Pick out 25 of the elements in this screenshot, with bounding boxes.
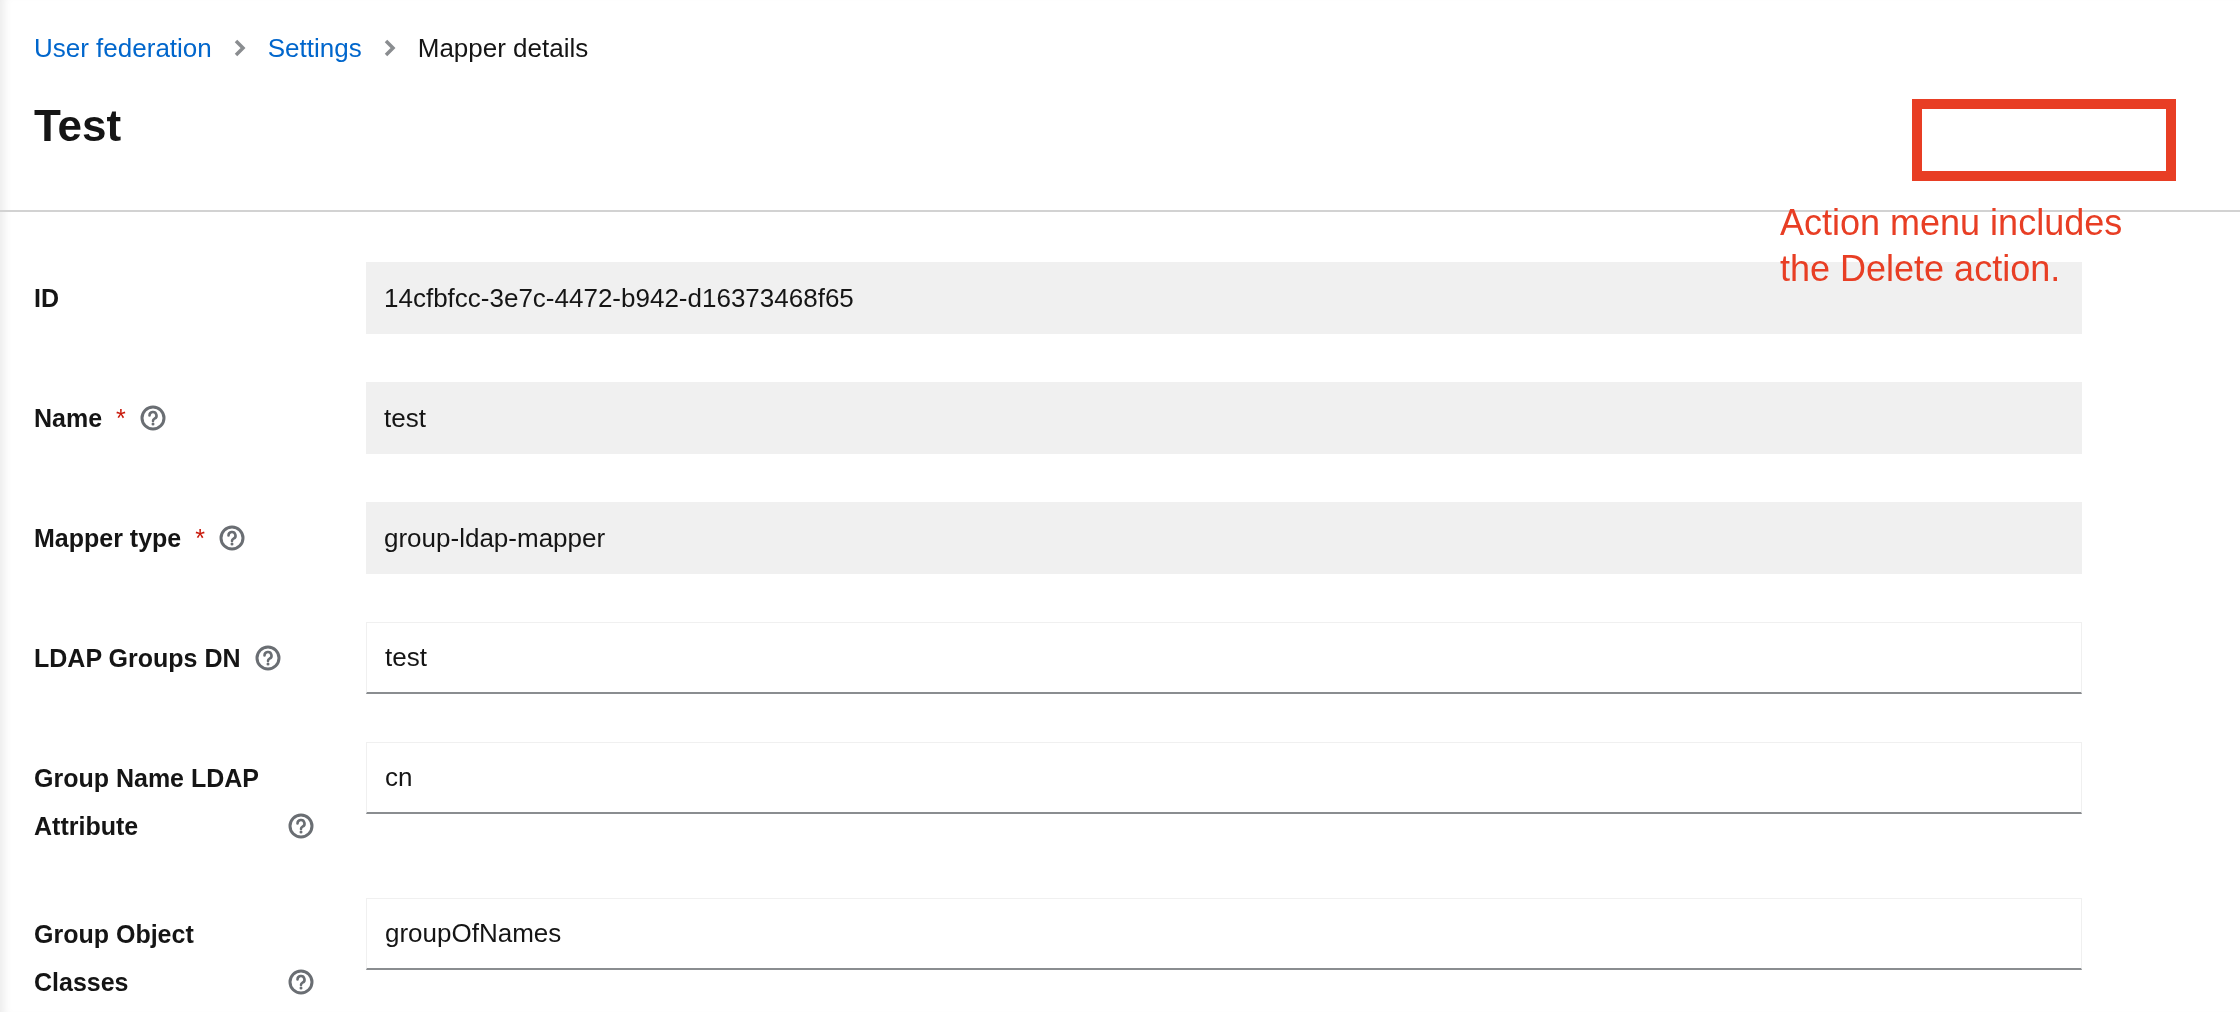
page-title: Test [34,100,122,152]
annotation-text: Action menu includes the Delete action. [1780,201,2124,291]
readonly-field: group-ldap-mapper [366,502,2082,574]
help-icon[interactable] [288,969,314,995]
breadcrumb-link[interactable]: User federation [34,28,212,68]
input-field[interactable]: groupOfNames [366,898,2082,970]
help-icon[interactable] [139,405,166,431]
help-icon[interactable] [219,525,245,551]
help-icon[interactable] [288,813,314,839]
chevron-right-icon [233,39,246,57]
chevron-right-icon [383,39,396,57]
breadcrumb-link[interactable]: Settings [267,28,362,68]
input-field[interactable]: test [366,622,2082,694]
field-label: Group Name LDAP Attribute [34,763,260,842]
field-label: Name [34,403,103,434]
field-label: Mapper type [34,523,182,554]
field-label: LDAP Groups DN [34,643,241,674]
input-field[interactable]: cn [366,742,2082,814]
field-label: ID [34,283,59,314]
readonly-field: test [366,382,2082,454]
required-asterisk: * [195,523,205,554]
required-asterisk: * [116,403,126,434]
breadcrumb-current: Mapper details [417,31,589,65]
help-icon[interactable] [254,645,281,671]
field-label: Group Object Classes [34,919,195,998]
